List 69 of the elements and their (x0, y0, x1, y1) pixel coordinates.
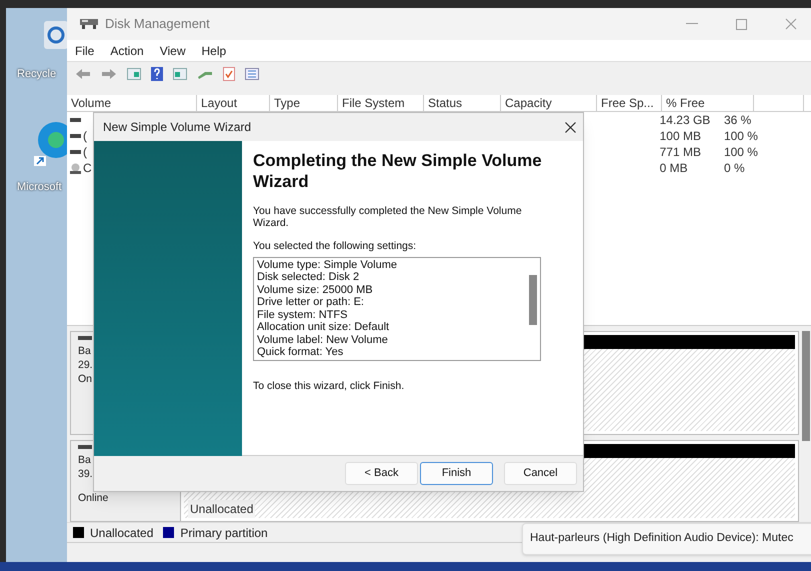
setting-line: Volume size: 25000 MB (257, 284, 374, 296)
close-icon[interactable] (565, 122, 576, 132)
pane-icon[interactable] (173, 68, 187, 80)
disk-info: Ba (78, 453, 91, 468)
checklist-icon[interactable] (223, 67, 235, 81)
setting-line: Allocation unit size: Default (257, 321, 390, 334)
table-cell: 0 % (724, 161, 745, 175)
console-pane-icon[interactable] (127, 68, 141, 80)
help-icon[interactable] (151, 67, 163, 81)
setting-line: Volume label: New Volume (257, 334, 389, 346)
column-header[interactable]: Volume (67, 95, 197, 111)
disk-info: Ba (78, 344, 91, 358)
table-cell: 14.23 GB (660, 113, 710, 127)
list-icon[interactable] (245, 68, 259, 80)
column-header[interactable]: Type (270, 95, 338, 111)
minimize-icon[interactable] (686, 23, 698, 25)
column-header[interactable]: % Free (662, 95, 754, 111)
drive-icon (70, 150, 81, 154)
column-header[interactable]: File System (338, 95, 424, 111)
menu-item[interactable]: File (75, 42, 94, 60)
menu-item[interactable]: View (160, 42, 186, 60)
setting-line: Disk selected: Disk 2 (257, 271, 360, 284)
back-arrow-icon[interactable] (75, 68, 91, 80)
table-cell: 100 MB (660, 129, 701, 143)
setting-line: Quick format: Yes (257, 346, 344, 359)
forward-arrow-icon[interactable] (101, 68, 117, 80)
column-header[interactable]: Layout (197, 95, 270, 111)
intro-text: You have successfully completed the New Simple Volume Wizard. (253, 205, 523, 229)
disk-info: On (78, 372, 92, 386)
wizard-button[interactable]: < Back (345, 462, 418, 485)
settings-label: You selected the following settings: (253, 239, 418, 254)
drive-icon (70, 134, 81, 138)
disk-info: Online (78, 491, 108, 506)
disc-drive-icon (70, 162, 81, 174)
setting-line: Volume type: Simple Volume (257, 258, 398, 272)
window-title: Disk Management (105, 15, 210, 34)
setting-line: File system: NTFS (257, 308, 348, 322)
dialog-title: New Simple Volume Wizard (103, 119, 252, 136)
maximize-icon[interactable] (736, 18, 747, 30)
drive-icon (70, 118, 81, 122)
wizard-button[interactable]: Finish (420, 462, 493, 485)
column-header[interactable]: Free Sp... (597, 95, 662, 111)
wizard-heading: Completing the New Simple Volume Wizard (253, 150, 543, 192)
legend-label: Unallocated (90, 524, 154, 542)
disk-info: 29. (78, 358, 93, 372)
table-cell-text: ( (83, 128, 87, 145)
closing-note: To close this wizard, click Finish. (253, 378, 406, 394)
icon-label: Recycle (17, 67, 56, 82)
legend-label: Primary partition (180, 524, 268, 542)
column-header[interactable]: Status (424, 95, 501, 111)
table-cell: 100 % (724, 145, 758, 159)
table-cell-text: C (83, 160, 92, 177)
disk-info: 39. (78, 467, 93, 482)
scrollbar-thumb[interactable] (802, 331, 810, 441)
setting-line: Drive letter or path: E: (257, 296, 365, 309)
column-header[interactable]: Capacity (501, 95, 597, 111)
table-cell-text: ( (83, 144, 87, 161)
table-cell: 771 MB (660, 145, 701, 159)
icon-label: Microsoft (17, 180, 62, 195)
scrollbar-thumb[interactable] (529, 274, 537, 325)
table-cell: 0 MB (660, 161, 688, 175)
table-cell: 36 % (724, 113, 752, 127)
tooltip: Haut-parleurs (High Definition Audio Device): Mutec (522, 523, 811, 555)
table-cell: 100 % (724, 129, 758, 143)
disk-drive-icon (79, 17, 99, 31)
partition-label: Unallocated (188, 500, 256, 518)
wizard-button[interactable]: Cancel (504, 462, 577, 485)
menu-item[interactable]: Help (202, 42, 226, 60)
menu-item[interactable]: Action (110, 42, 144, 60)
